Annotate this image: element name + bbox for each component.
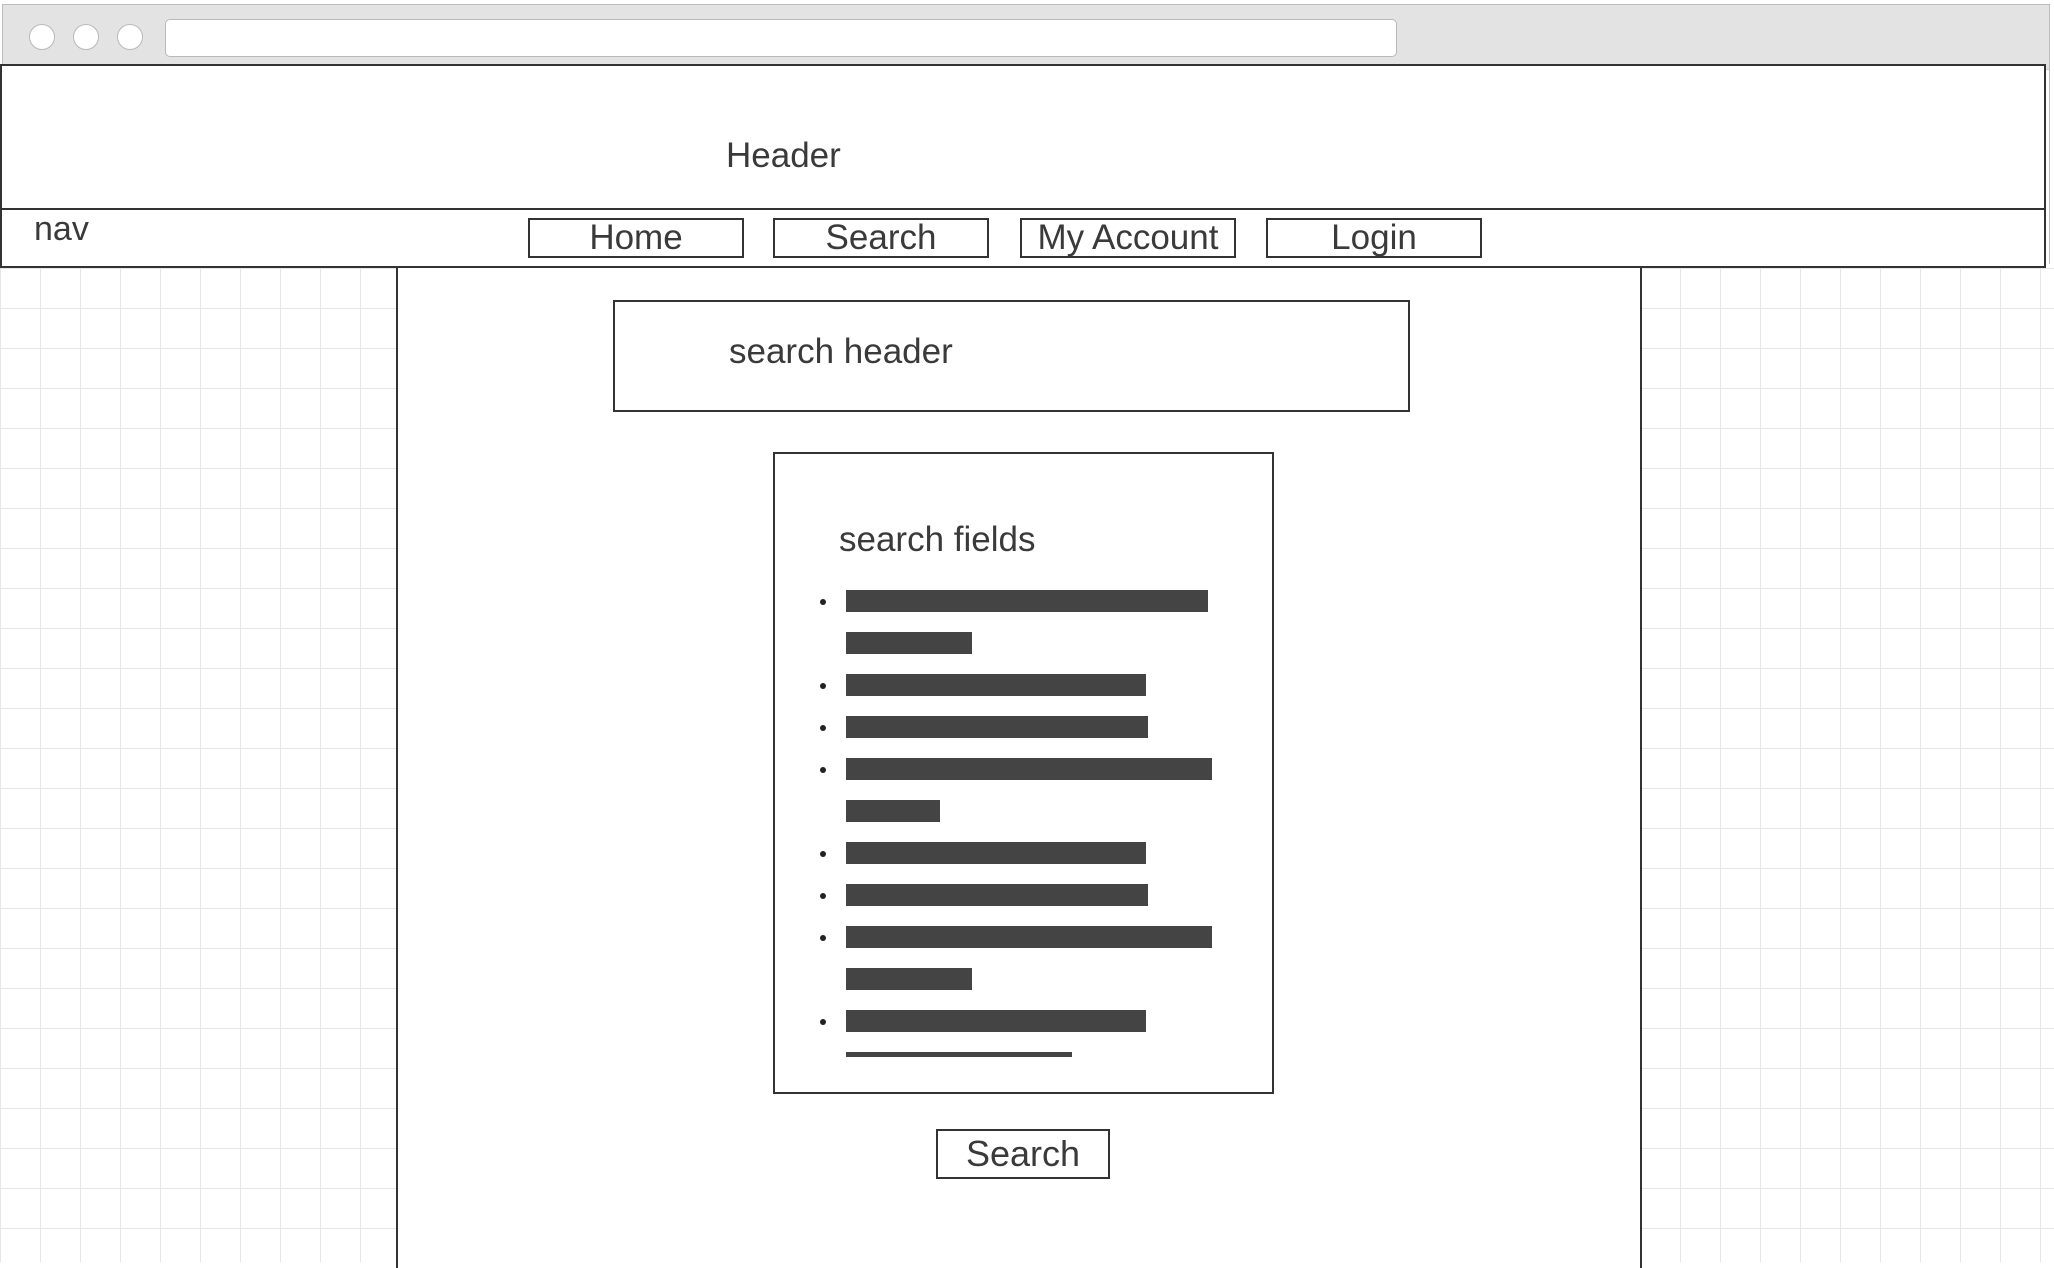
minimize-window-icon[interactable] bbox=[73, 24, 99, 50]
search-field-3[interactable] bbox=[846, 716, 1148, 738]
search-field-8[interactable] bbox=[846, 1010, 1146, 1032]
close-window-icon[interactable] bbox=[29, 24, 55, 50]
header-label: Header bbox=[726, 136, 841, 175]
browser-chrome bbox=[3, 5, 2049, 70]
search-field-1-line-2[interactable] bbox=[846, 632, 972, 654]
list-bullet-icon bbox=[820, 1019, 826, 1025]
search-fields-title: search fields bbox=[839, 520, 1036, 559]
nav-label: nav bbox=[34, 210, 89, 248]
search-field-5[interactable] bbox=[846, 842, 1146, 864]
nav-home-button[interactable]: Home bbox=[528, 218, 744, 258]
search-field-6[interactable] bbox=[846, 884, 1148, 906]
list-bullet-icon bbox=[820, 683, 826, 689]
list-bullet-icon bbox=[820, 893, 826, 899]
search-field-2[interactable] bbox=[846, 674, 1146, 696]
list-bullet-icon bbox=[820, 767, 826, 773]
list-bullet-icon bbox=[820, 851, 826, 857]
list-bullet-icon bbox=[820, 599, 826, 605]
search-button[interactable]: Search bbox=[936, 1129, 1110, 1179]
nav-search-button[interactable]: Search bbox=[773, 218, 989, 258]
list-bullet-icon bbox=[820, 725, 826, 731]
search-field-4[interactable] bbox=[846, 758, 1212, 780]
search-field-7-line-2[interactable] bbox=[846, 968, 972, 990]
page-header bbox=[0, 64, 2046, 210]
address-bar[interactable] bbox=[165, 19, 1397, 57]
search-field-8-line-2[interactable] bbox=[846, 1052, 1072, 1057]
search-field-4-line-2[interactable] bbox=[846, 800, 940, 822]
search-field-1[interactable] bbox=[846, 590, 1208, 612]
search-field-7[interactable] bbox=[846, 926, 1212, 948]
list-bullet-icon bbox=[820, 935, 826, 941]
maximize-window-icon[interactable] bbox=[117, 24, 143, 50]
nav-login-button[interactable]: Login bbox=[1266, 218, 1482, 258]
search-header-label: search header bbox=[729, 332, 953, 371]
nav-my-account-button[interactable]: My Account bbox=[1020, 218, 1236, 258]
